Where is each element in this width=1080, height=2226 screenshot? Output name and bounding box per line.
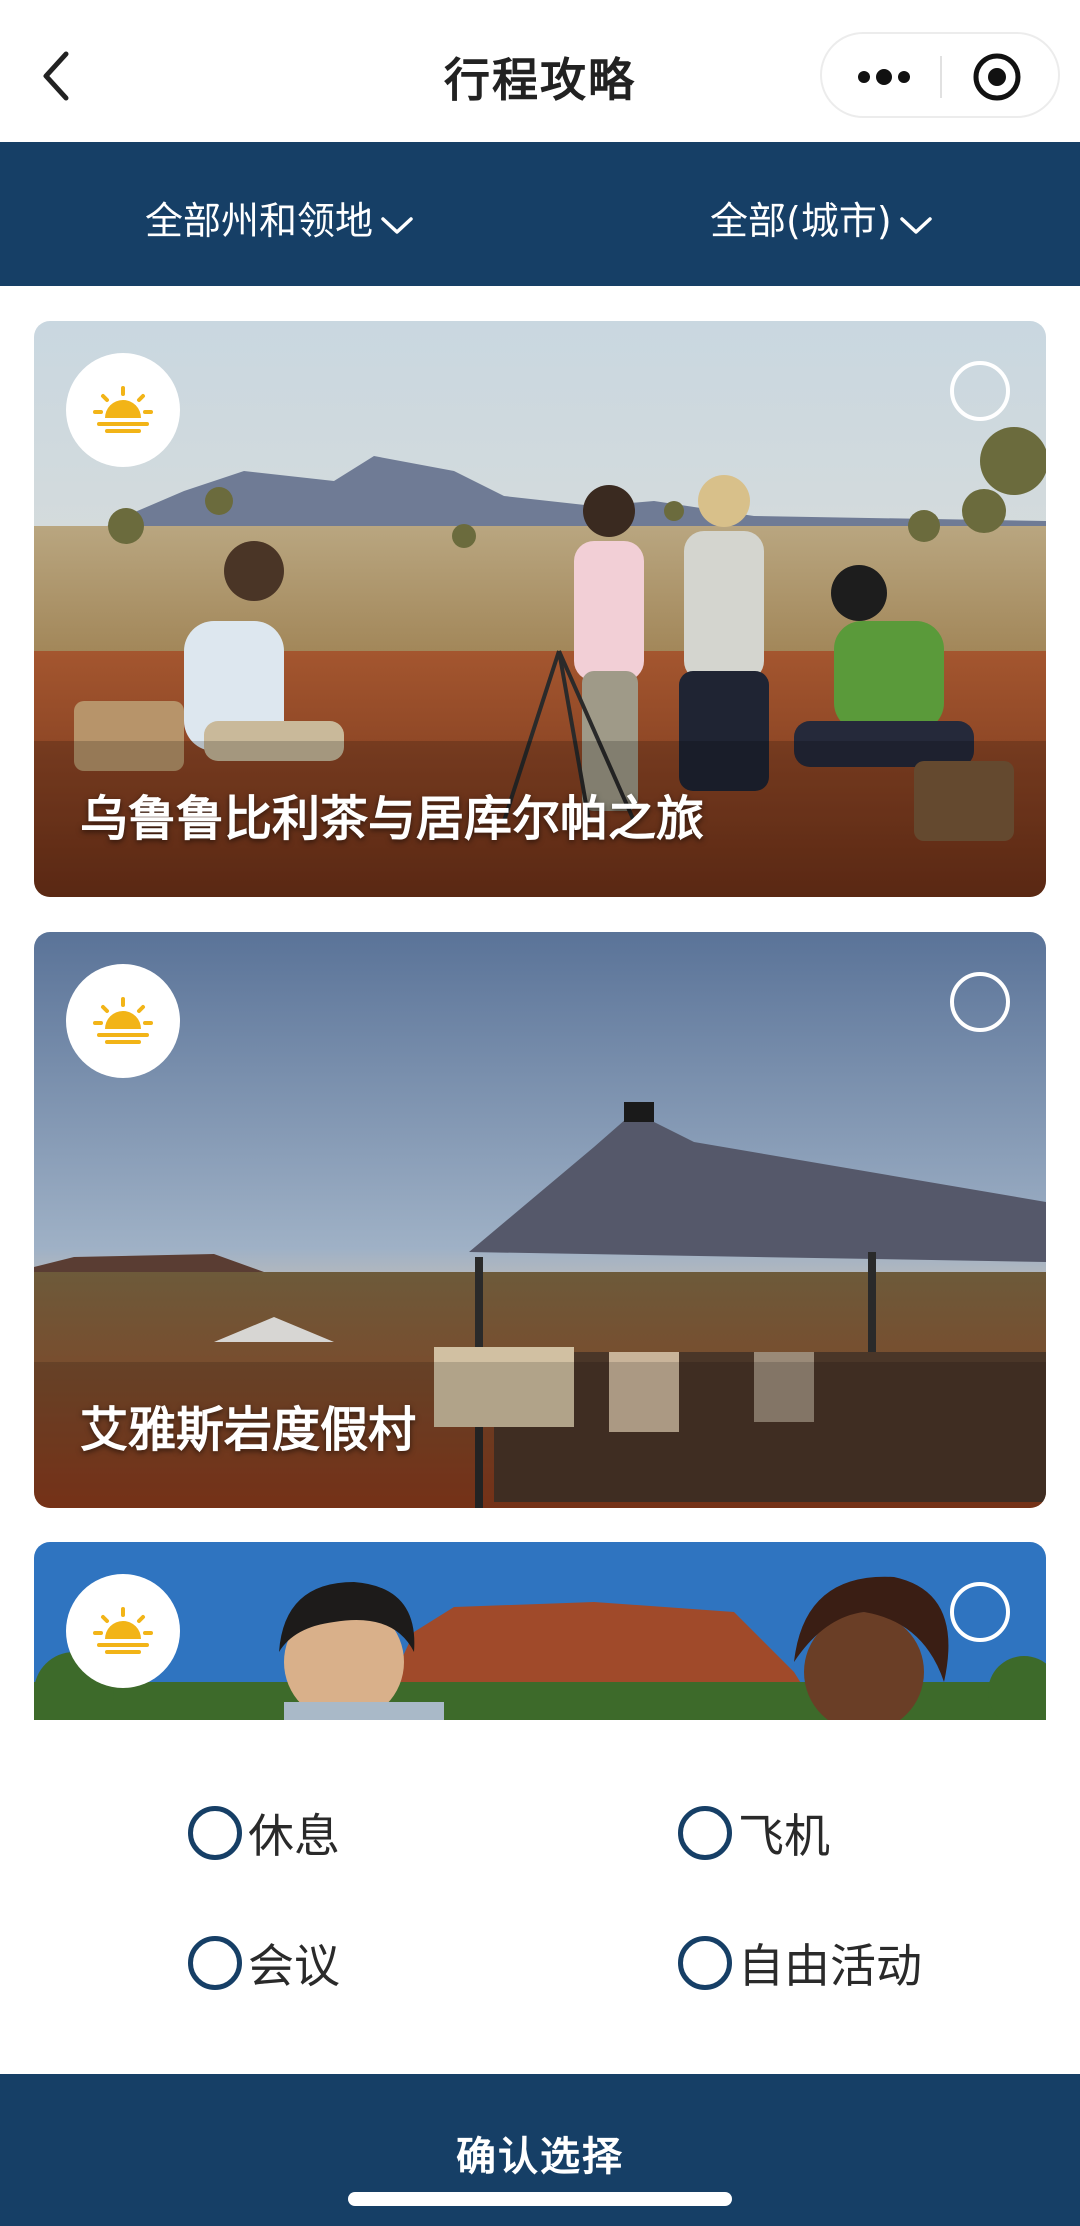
option-flight[interactable]: 飞机 — [678, 1800, 830, 1863]
more-button[interactable] — [856, 62, 912, 92]
card-photo-uluru — [34, 1542, 1046, 1720]
select-radio[interactable] — [950, 361, 1010, 421]
itinerary-card[interactable]: 艾雅斯岩度假村 — [34, 932, 1046, 1508]
option-free-activity[interactable]: 自由活动 — [678, 1930, 922, 1993]
region-filter-dropdown[interactable]: 全部州和领地 — [145, 190, 415, 243]
sunrise-icon — [93, 386, 153, 433]
confirm-selection-button[interactable]: 确认选择 — [0, 2074, 1080, 2226]
option-meeting[interactable]: 会议 — [188, 1930, 340, 1993]
radio-circle[interactable] — [678, 1936, 732, 1990]
city-filter-dropdown[interactable]: 全部(城市) — [710, 190, 934, 243]
confirm-label: 确认选择 — [456, 2134, 624, 2180]
option-rest[interactable]: 休息 — [188, 1800, 340, 1863]
itinerary-card[interactable] — [34, 1542, 1046, 1720]
option-label: 飞机 — [738, 1809, 830, 1863]
card-title: 艾雅斯岩度假村 — [80, 1402, 417, 1458]
sunrise-icon — [93, 1607, 153, 1654]
home-indicator — [348, 2192, 732, 2206]
mini-program-capsule — [820, 32, 1060, 118]
select-radio[interactable] — [950, 972, 1010, 1032]
top-navigation-bar: 行程攻略 — [0, 0, 1080, 142]
radio-circle[interactable] — [188, 1936, 242, 1990]
select-radio[interactable] — [950, 1582, 1010, 1642]
activity-type-panel: 休息 飞机 会议 自由活动 — [0, 1720, 1080, 2074]
option-label: 休息 — [248, 1809, 340, 1863]
chevron-down-icon — [898, 202, 934, 246]
target-circle-icon — [973, 53, 1021, 101]
radio-circle[interactable] — [678, 1806, 732, 1860]
radio-circle[interactable] — [188, 1806, 242, 1860]
close-mini-program-button[interactable] — [972, 52, 1022, 102]
sunrise-badge — [66, 353, 180, 467]
more-dots-icon — [858, 69, 910, 85]
filter-bar: 全部州和领地 全部(城市) — [0, 142, 1080, 286]
card-title: 乌鲁鲁比利茶与居库尔帕之旅 — [80, 791, 705, 847]
region-filter-label: 全部州和领地 — [145, 199, 374, 243]
option-label: 自由活动 — [738, 1939, 922, 1993]
option-label: 会议 — [248, 1939, 340, 1993]
capsule-divider — [940, 56, 942, 98]
city-filter-label: 全部(城市) — [710, 199, 892, 243]
chevron-down-icon — [379, 202, 415, 246]
sunrise-icon — [93, 997, 153, 1044]
sunrise-badge — [66, 964, 180, 1078]
itinerary-card[interactable]: 乌鲁鲁比利茶与居库尔帕之旅 — [34, 321, 1046, 897]
sunrise-badge — [66, 1574, 180, 1688]
